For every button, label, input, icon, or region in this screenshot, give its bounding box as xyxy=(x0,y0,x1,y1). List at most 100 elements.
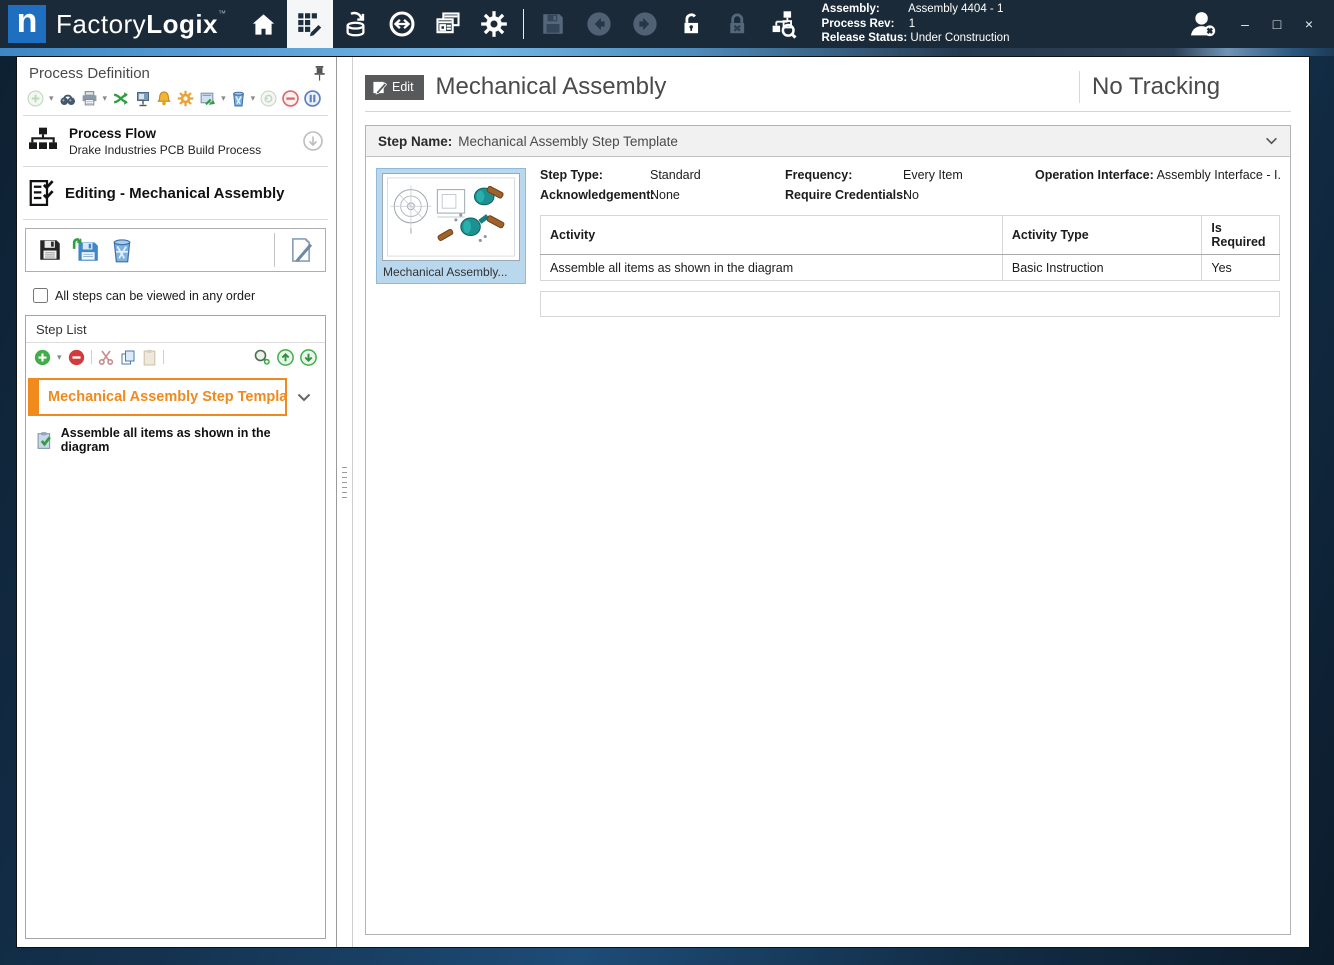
add-step-dropdown-icon[interactable]: ▾ xyxy=(57,352,62,363)
operation-interface-label: Operation Interface: xyxy=(1035,168,1154,182)
panel-chevron-down-icon[interactable] xyxy=(1265,137,1278,145)
process-flow-icon xyxy=(27,125,59,157)
save-icon xyxy=(530,0,576,48)
move-up-icon[interactable] xyxy=(277,349,294,366)
cut-icon xyxy=(98,349,114,366)
frequency-value: Every Item xyxy=(903,168,1035,182)
editing-label: Editing - Mechanical Assembly xyxy=(65,185,285,202)
step-details: Step Type: Standard Frequency: Every Ite… xyxy=(540,168,1280,317)
zoom-add-icon[interactable] xyxy=(253,348,271,366)
selection-bar xyxy=(28,378,37,416)
step-activity-item[interactable]: Assemble all items as shown in the diagr… xyxy=(36,426,319,454)
activity-item-label: Assemble all items as shown in the diagr… xyxy=(61,426,319,454)
unlock-icon[interactable] xyxy=(668,0,714,48)
add-icon xyxy=(27,90,44,107)
route-icon[interactable] xyxy=(112,90,130,107)
edit-note-icon[interactable] xyxy=(283,233,319,267)
pin-icon[interactable] xyxy=(313,66,326,81)
home-icon[interactable] xyxy=(241,0,287,48)
step-thumbnail-image xyxy=(382,173,520,261)
main-content: Edit Mechanical Assembly No Tracking Ste… xyxy=(352,57,1309,947)
titlebar: n FactoryLogix™ xyxy=(0,0,1334,48)
collapse-down-icon[interactable] xyxy=(302,130,324,152)
print-icon[interactable] xyxy=(81,90,98,107)
any-order-label: All steps can be viewed in any order xyxy=(55,289,255,303)
require-credentials-label: Require Credentials: xyxy=(785,188,903,202)
transfer-icon[interactable] xyxy=(379,0,425,48)
discard-step-button[interactable] xyxy=(104,233,140,267)
acknowledgement-label: Acknowledgement: xyxy=(540,188,650,202)
edit-button[interactable]: Edit xyxy=(365,75,424,100)
materials-icon[interactable] xyxy=(333,0,379,48)
activity-type-cell: Basic Instruction xyxy=(1002,255,1202,281)
toolbar-separator xyxy=(523,9,524,39)
window-controls: – □ × xyxy=(1230,10,1324,38)
activity-cell: Assemble all items as shown in the diagr… xyxy=(541,255,1003,281)
is-required-cell: Yes xyxy=(1202,255,1280,281)
app-logo: n xyxy=(8,5,46,43)
move-down-icon[interactable] xyxy=(300,349,317,366)
step-thumbnail-caption: Mechanical Assembly... xyxy=(382,261,520,280)
step-panel: Step Name: Mechanical Assembly Step Temp… xyxy=(365,125,1291,935)
frequency-label: Frequency: xyxy=(785,168,903,182)
step-list-panel: Step List ▾ Mechanical Assembly Step Tem… xyxy=(25,315,326,939)
add-step-icon[interactable] xyxy=(34,349,51,366)
settings-gear-icon[interactable] xyxy=(471,0,517,48)
refresh-icon xyxy=(260,90,277,107)
back-icon xyxy=(576,0,622,48)
step-name-value: Mechanical Assembly Step Template xyxy=(458,134,1265,149)
gear-icon[interactable] xyxy=(177,90,194,107)
activity-table: Activity Activity Type Is Required Assem… xyxy=(540,215,1280,281)
save-step-button[interactable] xyxy=(32,233,68,267)
editing-checklist-icon xyxy=(27,178,57,208)
sign-icon[interactable] xyxy=(135,90,151,107)
sidebar-toolbar: ▾ ▾ ▾ ▾ xyxy=(23,86,328,113)
page-title: Mechanical Assembly xyxy=(436,73,1079,101)
process-flow-row[interactable]: Process Flow Drake Industries PCB Build … xyxy=(23,118,328,164)
tracking-label: No Tracking xyxy=(1079,71,1291,103)
step-name-label: Step Name: xyxy=(378,134,452,149)
any-order-checkbox[interactable] xyxy=(33,288,48,303)
delete-icon[interactable] xyxy=(231,90,246,107)
edit-pencil-icon xyxy=(372,80,387,95)
export-dropdown-icon[interactable]: ▾ xyxy=(221,93,226,104)
activity-empty-row xyxy=(540,291,1280,317)
clipboard-check-icon xyxy=(36,431,53,450)
reports-icon[interactable] xyxy=(425,0,471,48)
activity-type-column-header: Activity Type xyxy=(1002,216,1202,255)
save-as-step-button[interactable] xyxy=(68,233,104,267)
process-search-icon[interactable] xyxy=(760,0,806,48)
find-icon[interactable] xyxy=(59,90,76,107)
operation-interface-value: Assembly Interface - I... xyxy=(1157,168,1280,182)
step-thumbnail-tile[interactable]: Mechanical Assembly... xyxy=(376,168,526,284)
step-panel-header[interactable]: Step Name: Mechanical Assembly Step Temp… xyxy=(366,126,1290,157)
copy-icon[interactable] xyxy=(120,349,136,366)
process-definition-icon[interactable] xyxy=(287,0,333,48)
step-chevron-down-icon[interactable] xyxy=(287,393,321,402)
step-buttons xyxy=(25,228,326,272)
minimize-button[interactable]: – xyxy=(1230,10,1260,38)
main-header: Edit Mechanical Assembly No Tracking xyxy=(365,71,1291,112)
remove-icon[interactable] xyxy=(282,90,299,107)
sidebar-splitter[interactable] xyxy=(337,57,352,947)
brand-name: FactoryLogix™ xyxy=(56,9,227,40)
close-button[interactable]: × xyxy=(1294,10,1324,38)
delete-dropdown-icon[interactable]: ▾ xyxy=(251,93,256,104)
remove-step-icon[interactable] xyxy=(68,349,85,366)
selected-step-label: Mechanical Assembly Step Template xyxy=(48,389,287,405)
add-dropdown-icon: ▾ xyxy=(49,93,54,104)
print-dropdown-icon[interactable]: ▾ xyxy=(103,93,108,104)
main-nav xyxy=(241,0,806,48)
user-signout-icon[interactable] xyxy=(1180,0,1226,48)
acknowledgement-value: None xyxy=(650,188,785,202)
activity-table-row[interactable]: Assemble all items as shown in the diagr… xyxy=(541,255,1280,281)
step-list-item-selected[interactable]: Mechanical Assembly Step Template xyxy=(28,378,321,416)
require-credentials-value: No xyxy=(903,188,1035,202)
bell-icon[interactable] xyxy=(156,90,172,107)
process-flow-subtitle: Drake Industries PCB Build Process xyxy=(69,143,302,157)
maximize-button[interactable]: □ xyxy=(1262,10,1292,38)
export-icon[interactable] xyxy=(199,90,216,107)
step-list-toolbar: ▾ xyxy=(26,343,325,372)
editing-row: Editing - Mechanical Assembly xyxy=(23,169,328,217)
pause-icon[interactable] xyxy=(304,90,321,107)
